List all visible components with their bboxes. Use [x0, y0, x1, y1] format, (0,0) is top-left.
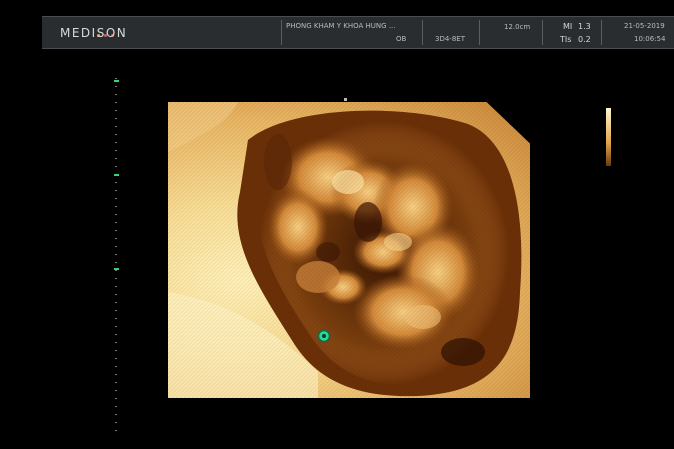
depth-scale-tick — [115, 262, 117, 263]
render-color-bar — [606, 108, 611, 166]
depth-scale-tick — [115, 190, 117, 191]
green-marker-icon[interactable] — [317, 328, 331, 343]
depth-scale-tick — [115, 294, 117, 295]
depth-scale-mark — [114, 268, 119, 270]
mi-value: 1.3 — [578, 22, 591, 31]
depth-scale-tick — [115, 102, 117, 103]
time-readout: 10:06:54 — [634, 35, 666, 43]
depth-scale-tick — [115, 286, 117, 287]
depth-scale-tick — [115, 182, 117, 183]
header-separator — [479, 20, 480, 45]
brand-logo: MEDISON — [60, 26, 128, 40]
depth-scale-tick — [115, 150, 117, 151]
depth-scale-tick — [115, 198, 117, 199]
depth-scale-tick — [115, 206, 117, 207]
header-separator — [422, 20, 423, 45]
render-image — [168, 102, 530, 398]
mi-label: MI — [563, 22, 573, 31]
depth-scale-tick — [115, 142, 117, 143]
depth-scale-tick — [115, 118, 117, 119]
depth-scale-tick — [115, 94, 117, 95]
depth-scale-tick — [115, 326, 117, 327]
depth-scale-tick — [115, 350, 117, 351]
depth-scale-tick — [115, 254, 117, 255]
header-separator — [601, 20, 602, 45]
depth-scale-tick — [115, 414, 117, 415]
tis-value: 0.2 — [578, 35, 591, 44]
depth-scale-tick — [115, 390, 117, 391]
depth-scale-tick — [115, 78, 117, 79]
depth-scale-tick — [115, 382, 117, 383]
header-bar: MEDISON PHONG KHAM Y KHOA HUNG ... OB 3D… — [42, 16, 674, 49]
depth-scale-tick — [115, 398, 117, 399]
header-separator — [281, 20, 282, 45]
depth-readout: 12.0cm — [504, 23, 531, 31]
tis-label: TIs — [560, 35, 572, 44]
depth-scale-tick — [115, 166, 117, 167]
depth-scale-tick — [115, 318, 117, 319]
depth-scale-mark — [114, 174, 119, 176]
depth-scale-tick — [115, 110, 117, 111]
brand-dots — [97, 22, 125, 37]
depth-scale-tick — [115, 366, 117, 367]
depth-scale-tick — [115, 302, 117, 303]
depth-scale-tick — [115, 430, 117, 431]
depth-scale-tick — [115, 358, 117, 359]
depth-scale-tick — [115, 126, 117, 127]
depth-scale-tick — [115, 222, 117, 223]
depth-scale-tick — [115, 310, 117, 311]
green-marker-shape — [317, 329, 331, 343]
probe-label: 3D4-8ET — [435, 35, 465, 43]
clinic-name: PHONG KHAM Y KHOA HUNG ... — [286, 22, 396, 30]
depth-scale-tick — [115, 238, 117, 239]
depth-scale-tick — [115, 374, 117, 375]
depth-scale-tick — [115, 86, 117, 87]
depth-scale-tick — [115, 406, 117, 407]
depth-scale-tick — [115, 278, 117, 279]
3d-ultrasound-render[interactable] — [168, 102, 530, 398]
depth-scale-tick — [115, 270, 117, 271]
depth-scale-tick — [115, 214, 117, 215]
depth-scale-tick — [115, 230, 117, 231]
date-readout: 21-05-2019 — [624, 22, 665, 30]
depth-scale-tick — [115, 134, 117, 135]
depth-scale-mark — [114, 80, 119, 82]
depth-scale-tick — [115, 342, 117, 343]
header-separator — [542, 20, 543, 45]
depth-scale-tick — [115, 334, 117, 335]
depth-scale-tick — [115, 158, 117, 159]
depth-scale-tick — [115, 422, 117, 423]
depth-scale-tick — [115, 246, 117, 247]
preset-label: OB — [396, 35, 407, 43]
depth-scale — [114, 78, 119, 431]
focus-marker — [344, 98, 347, 101]
